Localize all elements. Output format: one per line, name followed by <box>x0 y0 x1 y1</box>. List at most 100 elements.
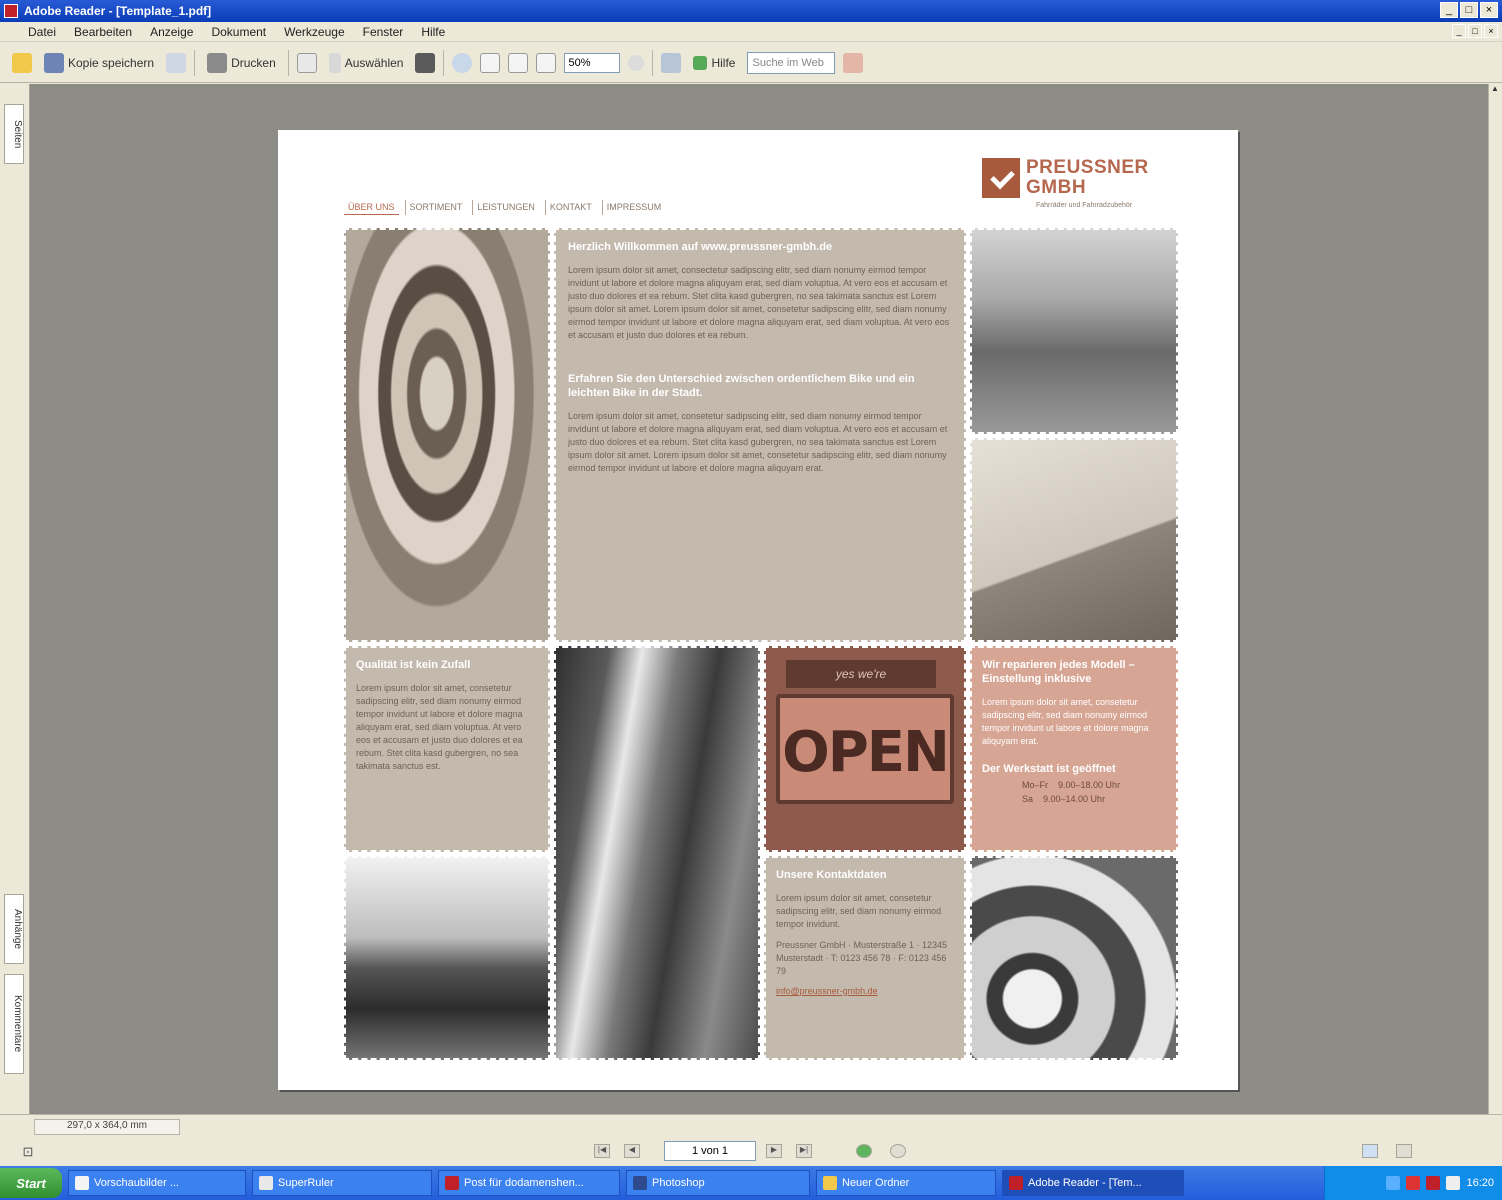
snapshot-icon[interactable] <box>415 52 436 73</box>
last-page-icon[interactable]: ▶| <box>796 1144 812 1158</box>
contact-address: Preussner GmbH · Musterstraße 1 · 12345 … <box>776 940 948 976</box>
email-icon[interactable] <box>166 52 187 73</box>
taskbar-item[interactable]: SuperRuler <box>252 1170 432 1196</box>
nav-item-range[interactable]: SORTIMENT <box>404 200 467 215</box>
logo-check-icon <box>982 158 1020 198</box>
photo-rider-portrait <box>343 855 551 1061</box>
taskbar-item[interactable]: Vorschaubilder ... <box>68 1170 246 1196</box>
printer-icon <box>207 52 228 73</box>
nav-item-about[interactable]: ÜBER UNS <box>344 200 399 215</box>
photoshop-icon <box>633 1176 647 1190</box>
photo-bmx-jump <box>969 437 1179 643</box>
continuous-layout-icon[interactable] <box>1396 1144 1412 1158</box>
open-sign-top-text: yes we're <box>786 660 936 688</box>
folder-icon <box>823 1176 837 1190</box>
save-copy-button[interactable]: Kopie speichern <box>40 49 158 77</box>
zoom-input[interactable]: 50% <box>564 52 621 73</box>
nav-item-contact[interactable]: KONTAKT <box>544 200 596 215</box>
tab-pages[interactable]: Seiten <box>4 104 24 164</box>
pdf-page: ÜBER UNS SORTIMENT LEISTUNGEN KONTAKT IM… <box>278 130 1238 1090</box>
photo-bike-wheel <box>969 855 1179 1061</box>
repair-heading: Wir reparieren jedes Modell – Einstellun… <box>982 659 1135 685</box>
toolbar-separator <box>652 49 654 76</box>
repair-box: Wir reparieren jedes Modell – Einstellun… <box>969 645 1179 853</box>
toolbar-separator <box>287 49 289 76</box>
next-page-icon[interactable]: ▶ <box>766 1144 782 1158</box>
quality-heading: Qualität ist kein Zufall <box>356 659 471 671</box>
taskbar-item[interactable]: Post für dodamenshen... <box>438 1170 620 1196</box>
tab-attachments[interactable]: Anhänge <box>4 894 24 964</box>
minimize-button[interactable]: _ <box>1440 2 1458 18</box>
scroll-up-icon[interactable]: ▲ <box>1489 84 1501 98</box>
menu-window[interactable]: Fenster <box>363 25 404 39</box>
open-folder-icon[interactable] <box>12 52 32 73</box>
taskbar-item[interactable]: Neuer Ordner <box>816 1170 996 1196</box>
contact-text: Lorem ipsum dolor sit amet, consetetur s… <box>776 893 942 929</box>
open-sign: OPEN <box>776 694 954 804</box>
photo-bike-gears <box>343 227 551 643</box>
menu-document[interactable]: Dokument <box>211 25 266 39</box>
menu-file[interactable]: Datei <box>28 25 56 39</box>
menu-edit[interactable]: Bearbeiten <box>74 25 132 39</box>
language-icon[interactable] <box>1386 1176 1401 1190</box>
hand-tool-icon[interactable] <box>296 52 317 73</box>
volume-icon[interactable] <box>1446 1176 1461 1190</box>
single-page-layout-icon[interactable] <box>1362 1144 1378 1158</box>
quality-text: Lorem ipsum dolor sit amet, consetetur s… <box>356 683 523 771</box>
page-number-input[interactable]: 1 von 1 <box>664 1141 756 1161</box>
zoom-icon[interactable] <box>452 52 473 73</box>
menu-help[interactable]: Hilfe <box>421 25 445 39</box>
nav-item-imprint[interactable]: IMPRESSUM <box>601 200 666 215</box>
help-label: Hilfe <box>711 55 736 70</box>
nav-item-services[interactable]: LEISTUNGEN <box>472 200 539 215</box>
quality-box: Qualität ist kein Zufall Lorem ipsum dol… <box>343 645 551 853</box>
menu-bar: Datei Bearbeiten Anzeige Dokument Werkze… <box>0 22 1502 42</box>
menu-view[interactable]: Anzeige <box>150 25 193 39</box>
select-tool-button[interactable]: Auswählen <box>325 49 408 77</box>
taskbar-item[interactable]: Photoshop <box>626 1170 810 1196</box>
company-logo: PREUSSNER GMBH Fahrräder und Fahrradzube… <box>982 157 1149 209</box>
help-button[interactable]: Hilfe <box>689 49 739 77</box>
welcome-heading: Herzlich Willkommen auf www.preussner-gm… <box>568 241 833 253</box>
menu-tools[interactable]: Werkzeuge <box>284 25 344 39</box>
doc-restore-button[interactable]: □ <box>1468 24 1482 38</box>
doc-minimize-button[interactable]: _ <box>1452 24 1466 38</box>
page-thumbnail-icon[interactable]: ⊡ <box>20 1144 36 1159</box>
fit-width-icon[interactable] <box>536 52 557 73</box>
page-size-readout: 297,0 x 364,0 mm <box>34 1119 180 1135</box>
back-view-icon[interactable] <box>856 1144 872 1158</box>
actual-size-icon[interactable] <box>480 52 501 73</box>
second-heading: Erfahren Sie den Unterschied zwischen or… <box>568 373 915 399</box>
toolbar-separator <box>194 49 196 76</box>
tab-comments[interactable]: Kommentare <box>4 974 24 1074</box>
start-button[interactable]: Start <box>0 1168 62 1198</box>
contact-box: Unsere Kontaktdaten Lorem ipsum dolor si… <box>763 855 967 1061</box>
taskbar-item-label: Adobe Reader - [Tem... <box>1028 1177 1142 1189</box>
pdf-document-icon <box>445 1176 459 1190</box>
first-page-icon[interactable]: |◀ <box>594 1144 610 1158</box>
antivirus-icon[interactable] <box>1406 1176 1421 1190</box>
contact-email-link[interactable]: info@preussner-gmbh.de <box>776 986 954 996</box>
print-button[interactable]: Drucken <box>203 49 280 77</box>
taskbar-item-active[interactable]: Adobe Reader - [Tem... <box>1002 1170 1184 1196</box>
logo-name-line2: GMBH <box>1026 177 1087 198</box>
hours-row: Sa 9.00–14.00 Uhr <box>982 794 1166 804</box>
taskbar-item-label: Vorschaubilder ... <box>94 1177 179 1189</box>
doc-close-button[interactable]: × <box>1484 24 1498 38</box>
previous-page-icon[interactable]: ◀ <box>624 1144 640 1158</box>
rotate-icon[interactable] <box>661 52 682 73</box>
hours-time: 9.00–14.00 Uhr <box>1043 794 1106 804</box>
maximize-button[interactable]: □ <box>1460 2 1478 18</box>
photo-forest <box>553 645 761 1061</box>
forward-view-icon[interactable] <box>890 1144 906 1158</box>
search-go-icon[interactable] <box>843 52 864 73</box>
logo-name-line1: PREUSSNER <box>1026 157 1149 178</box>
open-sign-text: OPEN <box>782 720 950 785</box>
fit-page-icon[interactable] <box>508 52 529 73</box>
vertical-scrollbar[interactable]: ▲ <box>1488 84 1502 1114</box>
web-search-input[interactable]: Suche im Web <box>747 51 836 74</box>
close-button[interactable]: × <box>1480 2 1498 18</box>
reader-tray-icon[interactable] <box>1426 1176 1441 1190</box>
status-bar: 297,0 x 364,0 mm <box>0 1114 1502 1138</box>
zoom-in-icon[interactable] <box>628 54 645 71</box>
